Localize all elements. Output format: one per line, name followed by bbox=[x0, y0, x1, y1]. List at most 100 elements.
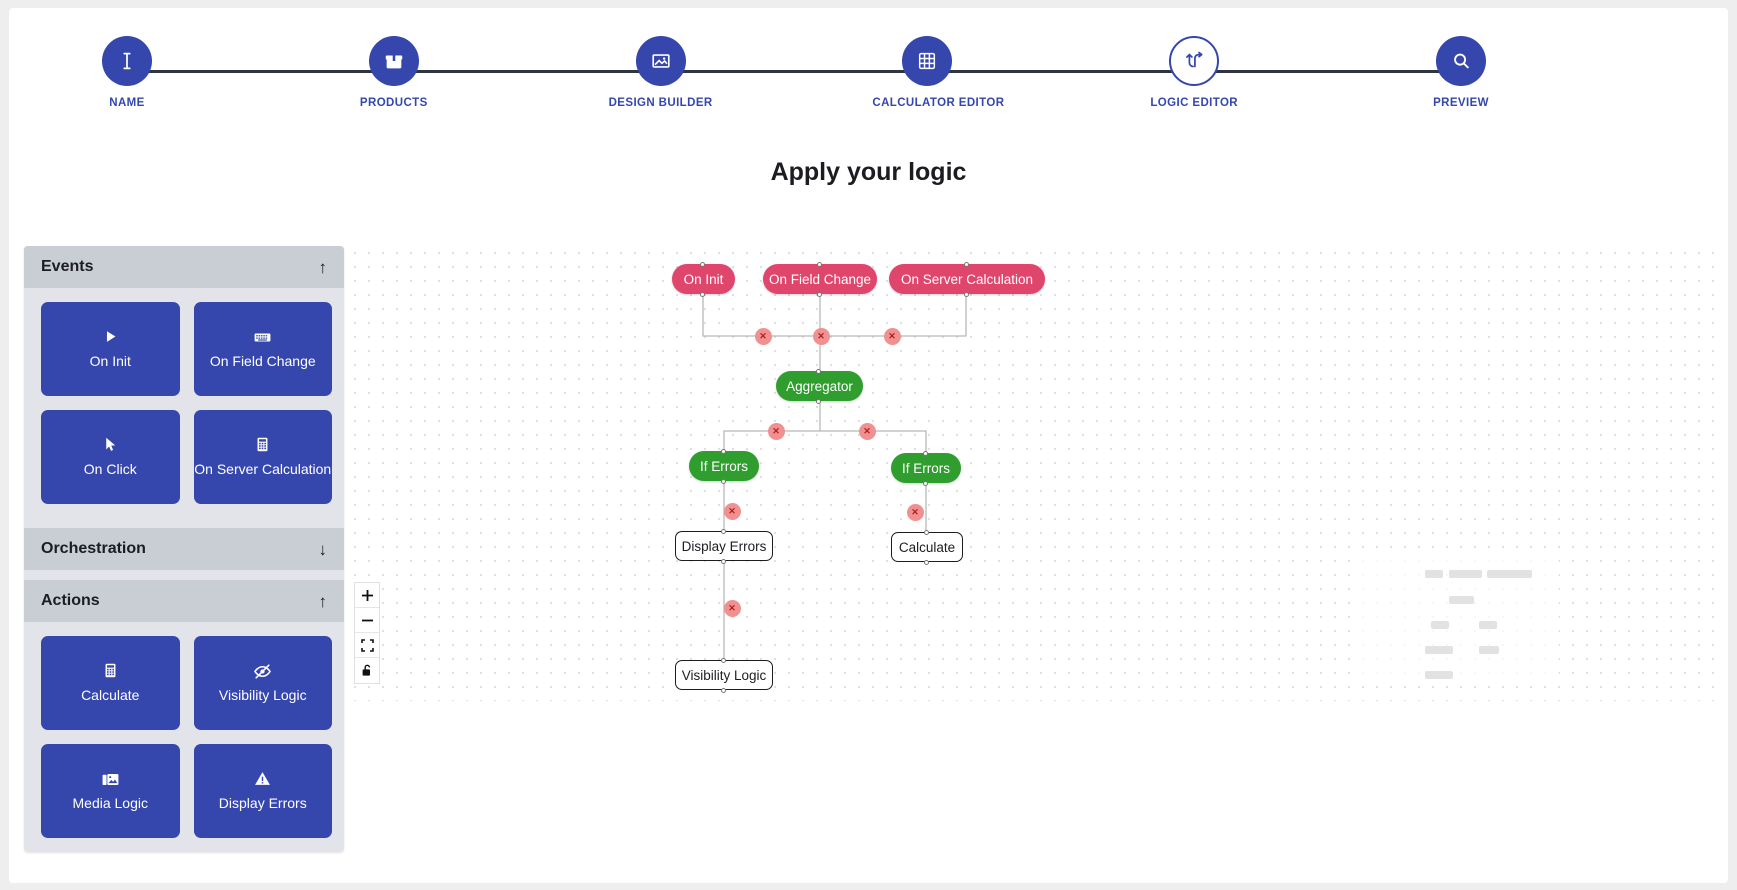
canvas-minimap[interactable] bbox=[1359, 558, 1559, 683]
node-handle-bottom[interactable] bbox=[816, 398, 821, 404]
stepper-step-label: DESIGN BUILDER bbox=[608, 97, 713, 109]
stepper-step-label: PREVIEW bbox=[1433, 97, 1489, 109]
search-icon bbox=[1436, 36, 1486, 86]
node-handle-top[interactable] bbox=[720, 528, 726, 534]
palette-tile-calculate[interactable]: Calculate bbox=[41, 636, 180, 730]
stepper-step-calculator-editor[interactable]: CALCULATOR EDITOR bbox=[872, 36, 1005, 109]
palette-tile-grid: On Init On Field Change On Click On Server … bbox=[24, 288, 344, 518]
logic-flow-canvas[interactable]: On Init On Field Change On Server Calculat… bbox=[348, 246, 1718, 701]
palette-tile-label: On Field Change bbox=[209, 353, 316, 369]
stepper-step-logic-editor[interactable]: LOGIC EDITOR bbox=[1139, 36, 1249, 109]
calculator-icon bbox=[102, 662, 119, 682]
flow-node-aggregator[interactable]: Aggregator bbox=[776, 371, 863, 401]
palette-section-header-events[interactable]: Events ↑ bbox=[24, 246, 344, 288]
edge-delete-button[interactable]: ✕ bbox=[883, 327, 901, 345]
edge-delete-button[interactable]: ✕ bbox=[723, 502, 741, 520]
flow-node-if-errors-right[interactable]: If Errors bbox=[891, 453, 961, 483]
flow-node-display-errors[interactable]: Display Errors bbox=[675, 531, 773, 561]
edge-delete-button[interactable]: ✕ bbox=[906, 503, 924, 521]
minimap-node bbox=[1425, 646, 1453, 654]
palette-tile-grid: Calculate Visibility Logic Media Logic Disp… bbox=[24, 622, 344, 852]
node-handle-bottom[interactable] bbox=[720, 687, 726, 693]
palette-tile-on-server-calculation[interactable]: On Server Calculation bbox=[193, 410, 332, 504]
logic-editor-page: NAME PRODUCTS DESIGN BUILDER CALCULATOR EDI… bbox=[0, 0, 1737, 890]
palette-tile-label: Display Errors bbox=[218, 795, 307, 811]
flow-node-on-server[interactable]: On Server Calculation bbox=[889, 264, 1045, 294]
minimap-node bbox=[1425, 570, 1443, 578]
stepper-step-name[interactable]: NAME bbox=[72, 36, 182, 109]
stepper-step-design-builder[interactable]: DESIGN BUILDER bbox=[606, 36, 716, 109]
node-handle-bottom[interactable] bbox=[720, 478, 726, 484]
palette-section-title: Events bbox=[41, 258, 94, 275]
node-handle-top[interactable] bbox=[816, 261, 822, 267]
flow-node-if-errors-left[interactable]: If Errors bbox=[689, 451, 759, 481]
flow-node-on-init[interactable]: On Init bbox=[672, 264, 735, 294]
flow-node-calculate[interactable]: Calculate bbox=[891, 532, 963, 562]
palette-tile-on-field-change[interactable]: On Field Change bbox=[193, 302, 332, 396]
lock-canvas-button[interactable] bbox=[355, 658, 379, 683]
zoom-out-button[interactable] bbox=[355, 608, 379, 633]
palette-tile-on-click[interactable]: On Click bbox=[41, 410, 180, 504]
palette-section-orchestration: Orchestration ↓ bbox=[24, 528, 344, 570]
minimap-node bbox=[1431, 621, 1449, 629]
palette-tile-label: On Init bbox=[89, 353, 131, 369]
palette-tile-label: On Server Calculation bbox=[194, 461, 332, 477]
node-handle-bottom[interactable] bbox=[922, 480, 928, 486]
edge-delete-button[interactable]: ✕ bbox=[767, 422, 785, 440]
palette-tile-media-logic[interactable]: Media Logic bbox=[41, 744, 180, 838]
node-handle-top[interactable] bbox=[922, 450, 928, 456]
node-handle-bottom[interactable] bbox=[816, 291, 822, 297]
node-handle-bottom[interactable] bbox=[720, 558, 726, 564]
minimap-node bbox=[1449, 570, 1482, 578]
node-handle-top[interactable] bbox=[700, 261, 705, 267]
minimap-node bbox=[1487, 570, 1532, 578]
palette-tile-label: Visibility Logic bbox=[218, 687, 307, 703]
fit-view-button[interactable] bbox=[355, 633, 379, 658]
palette-tile-display-errors[interactable]: Display Errors bbox=[193, 744, 332, 838]
flow-node-visibility-logic[interactable]: Visibility Logic bbox=[675, 660, 773, 690]
flow-node-on-field[interactable]: On Field Change bbox=[763, 264, 877, 294]
text-cursor-icon bbox=[102, 36, 152, 86]
node-handle-top[interactable] bbox=[923, 529, 929, 535]
palette-section-header-actions[interactable]: Actions ↑ bbox=[24, 580, 344, 622]
calculator-icon bbox=[254, 436, 271, 456]
palette-section-title: Actions bbox=[41, 592, 100, 609]
wizard-stepper: NAME PRODUCTS DESIGN BUILDER CALCULATOR EDI… bbox=[9, 22, 1728, 132]
zoom-in-button[interactable] bbox=[355, 583, 379, 608]
node-handle-bottom[interactable] bbox=[923, 559, 929, 565]
branch-logic-icon bbox=[1169, 36, 1220, 86]
minimap-node bbox=[1479, 646, 1499, 654]
keyboard-icon bbox=[253, 328, 272, 348]
palette-section-events: Events ↑ On Init On Field Change On Click On … bbox=[24, 246, 344, 518]
cursor-arrow-icon bbox=[102, 436, 119, 456]
node-handle-bottom[interactable] bbox=[700, 291, 705, 297]
canvas-zoom-controls[interactable] bbox=[354, 582, 380, 684]
palette-section-title: Orchestration bbox=[41, 540, 146, 557]
stepper-step-label: CALCULATOR EDITOR bbox=[872, 97, 1005, 109]
node-handle-top[interactable] bbox=[720, 657, 726, 663]
edge-delete-button[interactable]: ✕ bbox=[754, 327, 772, 345]
stepper-step-label: NAME bbox=[109, 97, 145, 109]
stepper-step-preview[interactable]: PREVIEW bbox=[1406, 36, 1516, 109]
page-title: Apply your logic bbox=[770, 158, 967, 186]
stepper-step-label: LOGIC EDITOR bbox=[1150, 97, 1239, 109]
image-frame-icon bbox=[635, 36, 686, 86]
chevron-up-icon[interactable]: ↑ bbox=[319, 259, 328, 276]
chevron-up-icon[interactable]: ↑ bbox=[319, 593, 328, 610]
palette-tile-visibility-logic[interactable]: Visibility Logic bbox=[193, 636, 332, 730]
node-handle-top[interactable] bbox=[816, 368, 821, 374]
node-handle-bottom[interactable] bbox=[963, 291, 969, 297]
node-handle-top[interactable] bbox=[963, 261, 969, 267]
chevron-down-icon[interactable]: ↓ bbox=[319, 541, 328, 558]
palette-tile-on-init[interactable]: On Init bbox=[41, 302, 180, 396]
stepper-step-products[interactable]: PRODUCTS bbox=[339, 36, 449, 109]
edge-delete-button[interactable]: ✕ bbox=[812, 327, 830, 345]
palette-section-header-orchestration[interactable]: Orchestration ↓ bbox=[24, 528, 344, 570]
edge-delete-button[interactable]: ✕ bbox=[723, 599, 741, 617]
palette-section-actions: Actions ↑ Calculate Visibility Logic Media L… bbox=[24, 580, 344, 852]
node-handle-top[interactable] bbox=[720, 448, 726, 454]
plus-icon bbox=[361, 589, 373, 601]
edge-delete-button[interactable]: ✕ bbox=[858, 422, 876, 440]
calculator-grid-icon bbox=[902, 36, 953, 86]
palette-tile-label: Calculate bbox=[81, 687, 140, 703]
